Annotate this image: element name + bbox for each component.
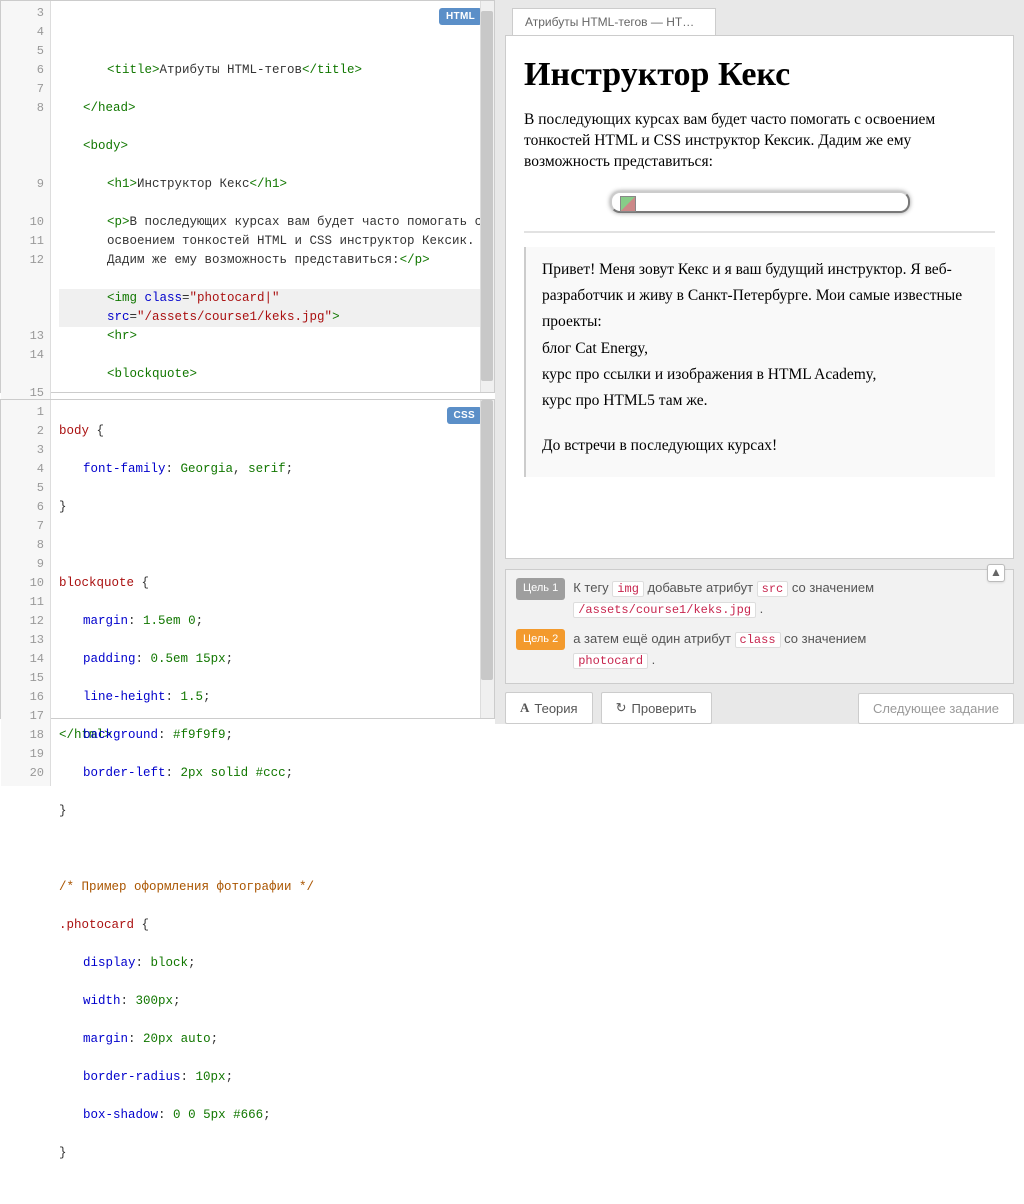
preview-blockquote: Привет! Меня зовут Кекс и я ваш будущий … bbox=[524, 247, 995, 477]
preview-intro: В последующих курсах вам будет часто пом… bbox=[524, 110, 995, 173]
next-task-button[interactable]: Следующее задание bbox=[858, 693, 1014, 724]
bq-line: Привет! Меня зовут Кекс и я ваш будущий … bbox=[542, 257, 979, 336]
goal-badge-2: Цель 2 bbox=[516, 629, 565, 651]
theory-icon bbox=[520, 700, 529, 716]
footer-buttons: Теория Проверить Следующее задание bbox=[505, 692, 1014, 724]
goal-badge-1: Цель 1 bbox=[516, 578, 565, 600]
app-container: HTML 3 4 5 6 7 8 9 10 11 12 13 14 15 16 … bbox=[0, 0, 1024, 724]
broken-image-icon bbox=[610, 191, 910, 213]
html-editor[interactable]: HTML 3 4 5 6 7 8 9 10 11 12 13 14 15 16 … bbox=[0, 0, 495, 393]
bq-line: курс про ссылки и изображения в HTML Aca… bbox=[542, 362, 979, 388]
left-pane: HTML 3 4 5 6 7 8 9 10 11 12 13 14 15 16 … bbox=[0, 0, 495, 724]
goal-1: Цель 1 К тегу img добавьте атрибут src с… bbox=[516, 578, 1003, 620]
preview-frame: Инструктор Кекс В последующих курсах вам… bbox=[505, 35, 1014, 559]
css-scrollbar[interactable] bbox=[480, 400, 494, 718]
goals-panel: ▲ Цель 1 К тегу img добавьте атрибут src… bbox=[505, 569, 1014, 684]
css-code-area[interactable]: body { font-family: Georgia, serif; } bl… bbox=[51, 400, 494, 1204]
check-icon bbox=[616, 700, 627, 716]
check-button[interactable]: Проверить bbox=[601, 692, 712, 724]
goal-2: Цель 2 а затем ещё один атрибут class со… bbox=[516, 629, 1003, 671]
scroll-up-icon[interactable]: ▲ bbox=[987, 564, 1005, 582]
right-pane: Атрибуты HTML-тегов — HTML Ac Инструктор… bbox=[495, 0, 1024, 724]
css-editor[interactable]: CSS 1234567891011121314151617181920 body… bbox=[0, 399, 495, 719]
preview-heading: Инструктор Кекс bbox=[524, 56, 995, 94]
css-gutter: 1234567891011121314151617181920 bbox=[1, 400, 51, 786]
goal-1-text: К тегу img добавьте атрибут src со значе… bbox=[573, 578, 1003, 620]
preview-tab[interactable]: Атрибуты HTML-тегов — HTML Ac bbox=[512, 8, 716, 35]
theory-button[interactable]: Теория bbox=[505, 692, 593, 724]
preview-hr bbox=[524, 231, 995, 233]
goal-2-text: а затем ещё один атрибут class со значен… bbox=[573, 629, 1003, 671]
bq-line: курс про HTML5 там же. bbox=[542, 388, 979, 414]
bq-line: До встречи в последующих курсах! bbox=[542, 433, 979, 459]
css-badge: CSS bbox=[447, 407, 482, 424]
html-scrollbar[interactable] bbox=[480, 1, 494, 392]
html-badge: HTML bbox=[439, 8, 482, 25]
bq-line: блог Cat Energy, bbox=[542, 336, 979, 362]
